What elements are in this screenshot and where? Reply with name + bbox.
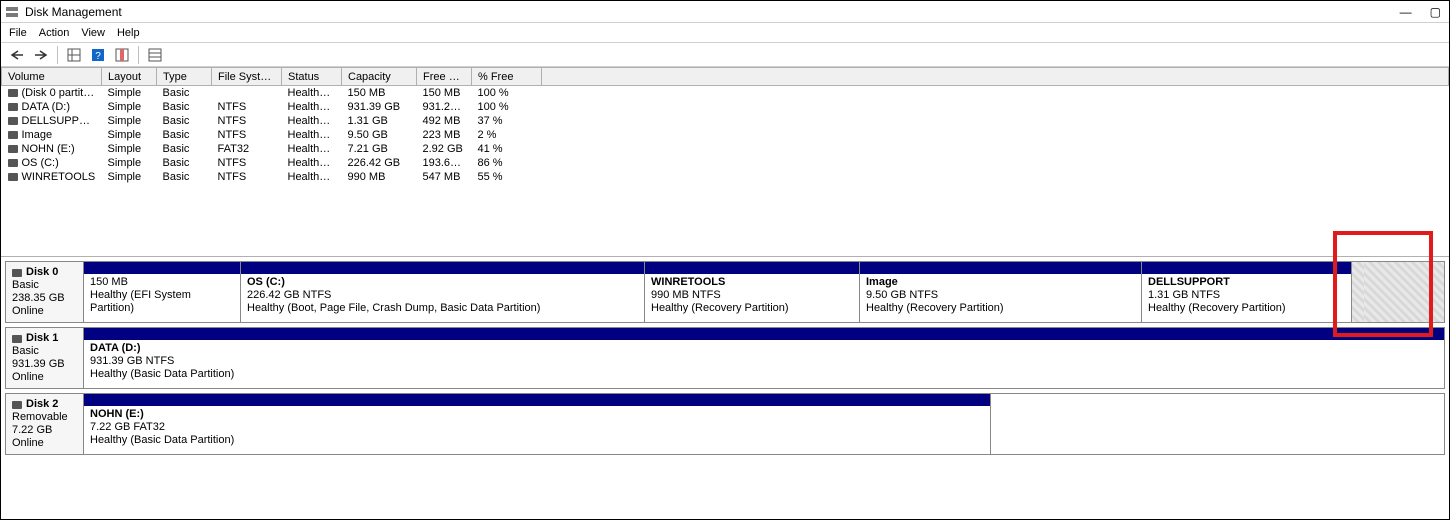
volume-icon (8, 117, 18, 125)
toolbar: ? (1, 43, 1449, 67)
col-spacer (542, 68, 1449, 86)
svg-text:?: ? (95, 51, 101, 62)
volume-icon (8, 103, 18, 111)
toolbar-separator-2 (138, 46, 139, 64)
disk-1-part-data[interactable]: DATA (D:) 931.39 GB NTFS Healthy (Basic … (84, 328, 1444, 388)
table-row[interactable]: OS (C:)SimpleBasicNTFSHealthy (B...226.4… (2, 156, 1449, 170)
volume-icon (8, 159, 18, 167)
disk-0-gap-1[interactable] (1352, 262, 1364, 322)
disk-0-size: 238.35 GB (12, 292, 77, 305)
disk-0-unallocated[interactable] (1364, 262, 1444, 322)
col-status[interactable]: Status (282, 68, 342, 86)
col-capacity[interactable]: Capacity (342, 68, 417, 86)
disk-2-type: Removable (12, 411, 77, 424)
window-title: Disk Management (25, 5, 1400, 19)
col-filesystem[interactable]: File System (212, 68, 282, 86)
help-button[interactable]: ? (88, 45, 108, 65)
menu-file[interactable]: File (9, 27, 27, 39)
disk-2-name: Disk 2 (26, 398, 58, 411)
col-pct[interactable]: % Free (472, 68, 542, 86)
table-row[interactable]: ImageSimpleBasicNTFSHealthy (R...9.50 GB… (2, 128, 1449, 142)
toolbar-separator (57, 46, 58, 64)
disk-0-part-image[interactable]: Image 9.50 GB NTFS Healthy (Recovery Par… (860, 262, 1142, 322)
table-row[interactable]: NOHN (E:)SimpleBasicFAT32Healthy (B...7.… (2, 142, 1449, 156)
disk-1-header[interactable]: Disk 1 Basic 931.39 GB Online (6, 328, 84, 388)
disk-0-part-os[interactable]: OS (C:) 226.42 GB NTFS Healthy (Boot, Pa… (241, 262, 645, 322)
disk-0-name: Disk 0 (26, 266, 58, 279)
table-header-row[interactable]: Volume Layout Type File System Status Ca… (2, 68, 1449, 86)
disk-2-empty (991, 394, 1444, 454)
volume-icon (8, 173, 18, 181)
back-button[interactable] (7, 45, 27, 65)
disk-0-part-dellsupport[interactable]: DELLSUPPORT 1.31 GB NTFS Healthy (Recove… (1142, 262, 1352, 322)
app-icon (5, 5, 19, 19)
disk-0-type: Basic (12, 279, 77, 292)
table-row[interactable]: (Disk 0 partition 1)SimpleBasicHealthy (… (2, 86, 1449, 100)
volume-icon (8, 89, 18, 97)
disk-2-header[interactable]: Disk 2 Removable 7.22 GB Online (6, 394, 84, 454)
graphical-view: Disk 0 Basic 238.35 GB Online 150 MB Hea… (1, 261, 1449, 455)
menubar: File Action View Help (1, 23, 1449, 43)
disk-1-name: Disk 1 (26, 332, 58, 345)
show-hide-tree-button[interactable] (64, 45, 84, 65)
col-type[interactable]: Type (157, 68, 212, 86)
disk-1-state: Online (12, 371, 77, 384)
titlebar: Disk Management — ▢ (1, 1, 1449, 23)
disk-2-state: Online (12, 437, 77, 450)
table-row[interactable]: WINRETOOLSSimpleBasicNTFSHealthy (R...99… (2, 170, 1449, 184)
disk-0-state: Online (12, 305, 77, 318)
list-view-button[interactable] (145, 45, 165, 65)
menu-view[interactable]: View (81, 27, 105, 39)
table-row[interactable]: DATA (D:)SimpleBasicNTFSHealthy (B...931… (2, 100, 1449, 114)
disk-2-block[interactable]: Disk 2 Removable 7.22 GB Online NOHN (E:… (5, 393, 1445, 455)
maximize-button[interactable]: ▢ (1430, 5, 1441, 19)
minimize-button[interactable]: — (1400, 5, 1412, 19)
col-free[interactable]: Free Spa... (417, 68, 472, 86)
disk-0-part-winretools[interactable]: WINRETOOLS 990 MB NTFS Healthy (Recovery… (645, 262, 860, 322)
col-volume[interactable]: Volume (2, 68, 102, 86)
disk-0-block[interactable]: Disk 0 Basic 238.35 GB Online 150 MB Hea… (5, 261, 1445, 323)
disk-2-size: 7.22 GB (12, 424, 77, 437)
disk-1-type: Basic (12, 345, 77, 358)
disk-0-part-efi[interactable]: 150 MB Healthy (EFI System Partition) (84, 262, 241, 322)
volume-icon (8, 131, 18, 139)
col-layout[interactable]: Layout (102, 68, 157, 86)
settings-button[interactable] (112, 45, 132, 65)
menu-action[interactable]: Action (39, 27, 70, 39)
disk-1-block[interactable]: Disk 1 Basic 931.39 GB Online DATA (D:) … (5, 327, 1445, 389)
hdd-icon (12, 335, 22, 343)
hdd-icon (12, 269, 22, 277)
menu-help[interactable]: Help (117, 27, 140, 39)
volume-icon (8, 145, 18, 153)
disk-1-size: 931.39 GB (12, 358, 77, 371)
volume-list-pane: Volume Layout Type File System Status Ca… (1, 67, 1449, 257)
disk-0-header[interactable]: Disk 0 Basic 238.35 GB Online (6, 262, 84, 322)
table-row[interactable]: DELLSUPPORTSimpleBasicNTFSHealthy (R...1… (2, 114, 1449, 128)
forward-button[interactable] (31, 45, 51, 65)
hdd-icon (12, 401, 22, 409)
volume-table[interactable]: Volume Layout Type File System Status Ca… (1, 67, 1449, 184)
disk-2-part-nohn[interactable]: NOHN (E:) 7.22 GB FAT32 Healthy (Basic D… (84, 394, 991, 454)
